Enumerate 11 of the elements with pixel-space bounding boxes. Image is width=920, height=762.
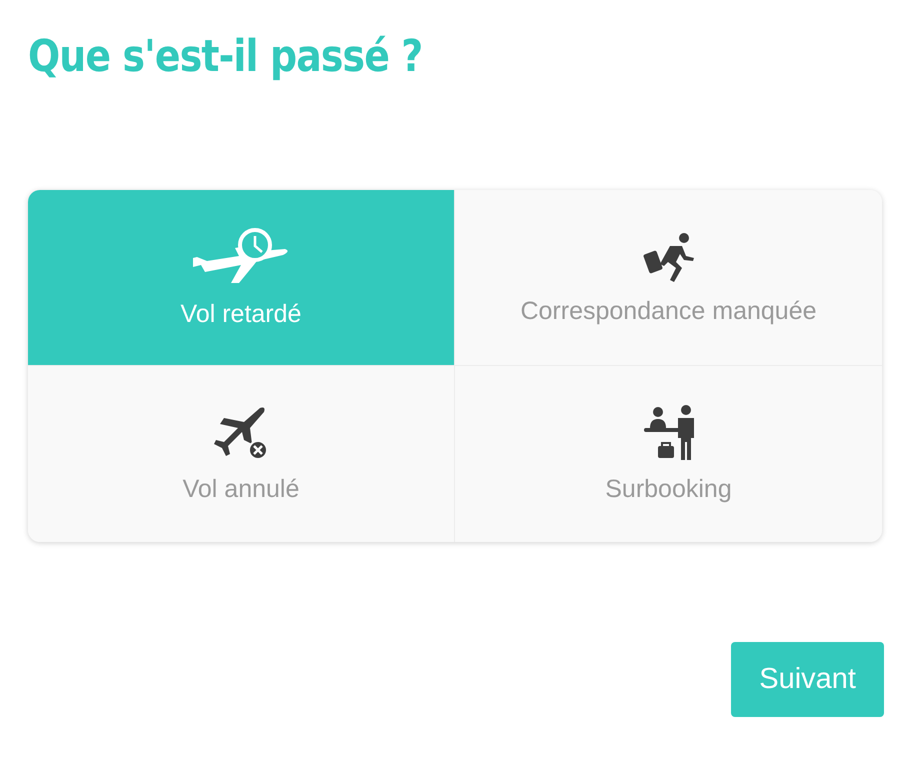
option-label: Vol annulé (182, 474, 300, 504)
option-label: Surbooking (605, 474, 732, 504)
next-button[interactable]: Suivant (731, 642, 884, 717)
option-tile[interactable]: Correspondance manquée (455, 190, 882, 366)
option-label: Vol retardé (180, 298, 302, 328)
page-title: Que s'est-il passé ? (28, 30, 422, 84)
option-label: Correspondance manquée (520, 296, 817, 326)
option-tile[interactable]: Vol retardé (28, 190, 455, 366)
option-tile[interactable]: Surbooking (455, 366, 882, 542)
option-tile[interactable]: Vol annulé (28, 366, 455, 542)
check-in-desk-icon (642, 404, 696, 460)
